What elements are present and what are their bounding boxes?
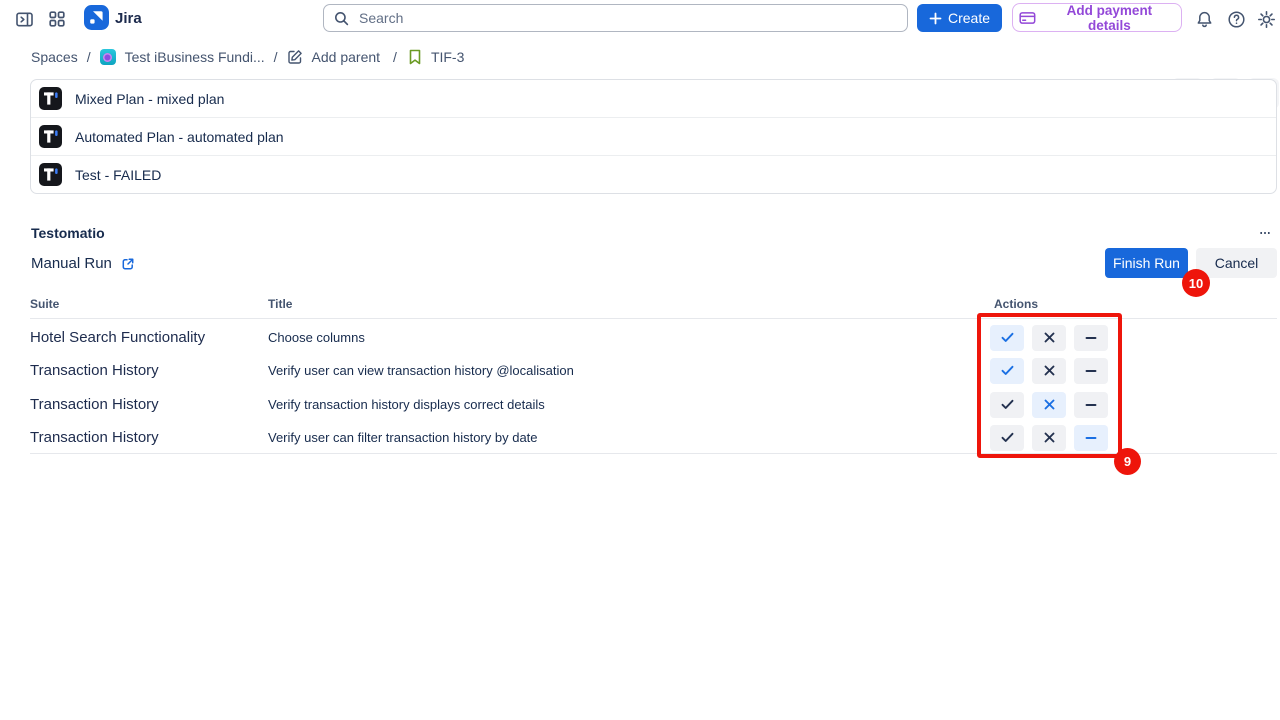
add-payment-details-button[interactable]: Add payment details bbox=[1012, 3, 1182, 32]
table-row: Hotel Search Functionality Choose column… bbox=[30, 321, 1277, 354]
sidebar-collapse-icon bbox=[15, 10, 34, 29]
breadcrumb-page-key[interactable]: TIF-3 bbox=[431, 49, 464, 65]
test-plan-list: Mixed Plan - mixed plan Automated Plan -… bbox=[30, 79, 1277, 194]
table-row: Transaction History Verify transaction h… bbox=[30, 388, 1277, 421]
run-name: Manual Run bbox=[31, 255, 135, 272]
suite-cell: Hotel Search Functionality bbox=[30, 329, 268, 346]
top-navigation-bar: Jira Create Add payment details bbox=[0, 0, 1280, 39]
app-grid-icon bbox=[48, 10, 66, 28]
skip-button[interactable] bbox=[1074, 392, 1108, 418]
table-row: Transaction History Verify user can filt… bbox=[30, 421, 1277, 454]
pass-button[interactable] bbox=[990, 392, 1024, 418]
actions-cell bbox=[990, 358, 1277, 384]
run-name-label: Manual Run bbox=[31, 255, 112, 272]
help-button[interactable] bbox=[1226, 9, 1246, 29]
search-icon bbox=[334, 11, 349, 26]
global-search[interactable] bbox=[323, 4, 908, 32]
suite-cell: Transaction History bbox=[30, 362, 268, 379]
finish-run-button[interactable]: Finish Run bbox=[1105, 248, 1188, 278]
check-icon bbox=[1001, 332, 1014, 343]
testomatio-icon bbox=[39, 87, 62, 110]
fail-button[interactable] bbox=[1032, 325, 1066, 351]
list-item-mixed-plan[interactable]: Mixed Plan - mixed plan bbox=[31, 80, 1276, 117]
widget-more-actions-button[interactable] bbox=[1254, 224, 1276, 242]
table-header-divider bbox=[30, 318, 1277, 319]
table-header-suite: Suite bbox=[30, 297, 268, 311]
cross-icon bbox=[1044, 399, 1055, 410]
check-icon bbox=[1001, 399, 1014, 410]
breadcrumb-space-name[interactable]: Test iBusiness Fundi... bbox=[125, 49, 265, 65]
bookmark-icon bbox=[408, 49, 422, 65]
actions-cell bbox=[990, 325, 1277, 351]
skip-button[interactable] bbox=[1074, 425, 1108, 451]
space-avatar bbox=[100, 49, 116, 65]
fail-button[interactable] bbox=[1032, 392, 1066, 418]
list-item-label: Automated Plan - automated plan bbox=[75, 129, 284, 145]
dash-icon bbox=[1085, 403, 1097, 407]
dash-icon bbox=[1085, 369, 1097, 373]
external-link-icon[interactable] bbox=[121, 257, 135, 271]
create-button-label: Create bbox=[948, 10, 990, 26]
cross-icon bbox=[1044, 332, 1055, 343]
dash-icon bbox=[1085, 336, 1097, 340]
widget-title: Testomatio bbox=[31, 225, 105, 241]
actions-cell bbox=[990, 425, 1277, 451]
create-button[interactable]: Create bbox=[917, 4, 1002, 32]
pass-button[interactable] bbox=[990, 325, 1024, 351]
app-switcher-button[interactable] bbox=[47, 9, 67, 29]
list-item-label: Test - FAILED bbox=[75, 167, 161, 183]
pass-button[interactable] bbox=[990, 425, 1024, 451]
cross-icon bbox=[1044, 432, 1055, 443]
pass-button[interactable] bbox=[990, 358, 1024, 384]
breadcrumb-separator: / bbox=[274, 49, 278, 65]
check-icon bbox=[1001, 432, 1014, 443]
cancel-button[interactable]: Cancel bbox=[1196, 248, 1277, 278]
table-row: Transaction History Verify user can view… bbox=[30, 354, 1277, 387]
add-payment-details-label: Add payment details bbox=[1044, 3, 1175, 33]
gear-icon bbox=[1257, 10, 1276, 29]
breadcrumb-spaces[interactable]: Spaces bbox=[31, 49, 78, 65]
help-icon bbox=[1227, 10, 1246, 29]
table-header-actions: Actions bbox=[990, 297, 1277, 311]
title-cell: Verify transaction history displays corr… bbox=[268, 397, 990, 412]
jira-logo-icon[interactable] bbox=[84, 5, 109, 30]
breadcrumb-bar: Spaces / Test iBusiness Fundi... / Add p… bbox=[0, 38, 1280, 76]
cross-icon bbox=[1044, 365, 1055, 376]
title-cell: Verify user can filter transaction histo… bbox=[268, 430, 990, 445]
app-title: Jira bbox=[115, 10, 142, 27]
breadcrumb: Spaces / Test iBusiness Fundi... / Add p… bbox=[31, 38, 464, 76]
plus-icon bbox=[929, 12, 942, 25]
skip-button[interactable] bbox=[1074, 325, 1108, 351]
list-item-automated-plan[interactable]: Automated Plan - automated plan bbox=[31, 117, 1276, 155]
breadcrumb-separator: / bbox=[87, 49, 91, 65]
check-icon bbox=[1001, 365, 1014, 376]
credit-card-icon bbox=[1019, 11, 1036, 25]
sidebar-toggle-button[interactable] bbox=[14, 9, 34, 29]
fail-button[interactable] bbox=[1032, 358, 1066, 384]
fail-button[interactable] bbox=[1032, 425, 1066, 451]
actions-cell bbox=[990, 392, 1277, 418]
skip-button[interactable] bbox=[1074, 358, 1108, 384]
title-cell: Verify user can view transaction history… bbox=[268, 363, 990, 378]
list-item-label: Mixed Plan - mixed plan bbox=[75, 91, 224, 107]
suite-cell: Transaction History bbox=[30, 396, 268, 413]
dash-icon bbox=[1085, 436, 1097, 440]
ellipsis-icon bbox=[1260, 231, 1270, 235]
title-cell: Choose columns bbox=[268, 330, 990, 345]
breadcrumb-separator: / bbox=[393, 49, 397, 65]
breadcrumb-add-parent[interactable]: Add parent bbox=[312, 49, 381, 65]
notifications-button[interactable] bbox=[1194, 9, 1214, 29]
testomatio-icon bbox=[39, 125, 62, 148]
settings-button[interactable] bbox=[1256, 9, 1276, 29]
bell-icon bbox=[1195, 10, 1214, 29]
testomatio-icon bbox=[39, 163, 62, 186]
search-input[interactable] bbox=[357, 9, 897, 27]
table-header-row: Suite Title Actions bbox=[30, 297, 1277, 311]
list-item-test-failed[interactable]: Test - FAILED bbox=[31, 155, 1276, 193]
suite-cell: Transaction History bbox=[30, 429, 268, 446]
edit-icon bbox=[287, 49, 303, 65]
table-header-title: Title bbox=[268, 297, 990, 311]
